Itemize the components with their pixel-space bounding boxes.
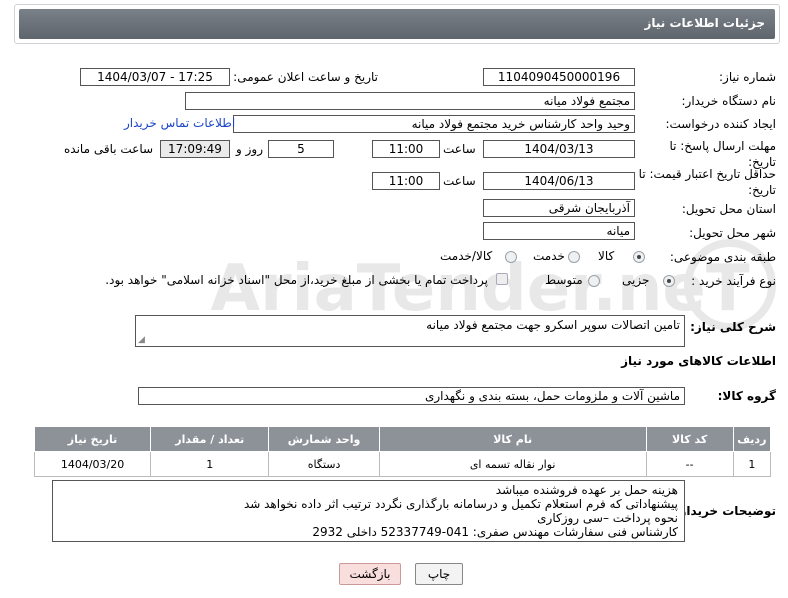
buyer-org-field: مجتمع فولاد میانه [185,92,635,110]
description-label: شرح کلی نیاز: [690,320,776,334]
province-label: استان محل تحویل: [681,202,776,216]
validity-time-label: ساعت [443,174,476,188]
process-option-medium: متوسط [545,273,583,287]
creator-field: وحید واحد کارشناس خرید مجتمع فولاد میانه [233,115,635,133]
buyer-note-line: هزینه حمل بر عهده فروشنده میباشد [495,483,678,497]
items-table-wrap: ردیف کد کالا نام کالا واحد شمارش تعداد /… [33,426,772,477]
description-text: تامین اتصالات سوپر اسکرو جهت مجتمع فولاد… [426,318,680,332]
category-radio-service[interactable] [568,251,580,263]
city-field: میانه [483,222,635,240]
category-label: طبقه بندی موضوعی: [669,250,776,264]
contact-link[interactable]: اطلاعات تماس خریدار [124,116,235,130]
buyer-notes-field: هزینه حمل بر عهده فروشنده میباشد پیشنهاد… [52,480,685,542]
deadline-date-field: 1404/03/13 [483,140,635,158]
buyer-org-label: نام دستگاه خریدار: [681,94,777,108]
buyer-note-line: پیشنهاداتی که فرم استعلام تکمیل و درساما… [243,497,678,511]
deadline-time-label: ساعت [443,142,476,156]
back-button[interactable]: بازگشت [339,563,401,585]
goods-group-field: ماشین آلات و ملزومات حمل، بسته بندی و نگ… [138,387,685,405]
category-option-service: خدمت [533,249,565,263]
page-title: جزئیات اطلاعات نیاز [644,16,765,30]
cell-item-code: -- [645,451,734,477]
cell-unit: دستگاه [268,451,380,477]
category-option-both: کالا/خدمت [440,249,493,263]
need-number-field: 1104090450000196 [483,68,635,86]
goods-info-title: اطلاعات کالاهای مورد نیاز [621,354,776,368]
print-button[interactable]: چاپ [415,563,463,585]
remaining-label: ساعت باقی مانده [64,142,154,156]
process-radio-minor[interactable] [663,275,675,287]
remaining-time-field: 17:09:49 [160,140,230,158]
cell-need-date: 1404/03/20 [33,451,152,477]
col-header-quantity: تعداد / مقدار [150,426,270,452]
validity-time-field: 11:00 [372,172,440,190]
validity-label: حداقل تاریخ اعتبار قیمت: تا تاریخ: [638,167,776,197]
col-header-unit: واحد شمارش [268,426,380,452]
cell-quantity: 1 [150,451,270,477]
table-row: 1 -- نوار نقاله تسمه ای دستگاه 1 1404/03… [33,451,772,477]
buyer-notes-label: توضیحات خریدار: [674,504,776,518]
process-radio-medium[interactable] [588,275,600,287]
col-header-need-date: تاریخ نیاز [33,426,152,452]
goods-group-label: گروه کالا: [717,389,776,403]
col-header-item-name: نام کالا [378,426,647,452]
payment-note: پرداخت تمام یا بخشی از مبلغ خرید،از محل … [105,273,488,287]
payment-checkbox[interactable] [496,273,508,285]
buyer-note-line: کارشناس فنی سفارشات مهندس صفری: 041-5233… [312,525,678,539]
days-label: روز و [236,142,263,156]
days-field: 5 [268,140,334,158]
col-header-row-number: ردیف [732,426,772,452]
cell-item-name: نوار نقاله تسمه ای [378,451,647,477]
category-radio-both[interactable] [505,251,517,263]
table-header-row: ردیف کد کالا نام کالا واحد شمارش تعداد /… [33,426,772,452]
creator-label: ایجاد کننده درخواست: [665,117,776,131]
items-table: ردیف کد کالا نام کالا واحد شمارش تعداد /… [33,426,772,477]
process-label: نوع فرآیند خرید : [691,274,776,288]
header-bar: جزئیات اطلاعات نیاز [14,4,780,44]
announce-label: تاریخ و ساعت اعلان عمومی: [233,70,378,84]
header-inner: جزئیات اطلاعات نیاز [19,9,775,39]
province-field: آذربایجان شرقی [483,199,635,217]
category-radio-goods[interactable] [633,251,645,263]
resize-grip-icon: ◢ [138,335,145,345]
category-option-goods: کالا [598,249,615,263]
cell-row-number: 1 [732,451,772,477]
city-label: شهر محل تحویل: [689,226,776,240]
process-option-minor: جزیی [622,273,650,287]
announce-field: 1404/03/07 - 17:25 [80,68,230,86]
col-header-item-code: کد کالا [645,426,734,452]
validity-date-field: 1404/06/13 [483,172,635,190]
deadline-time-field: 11:00 [372,140,440,158]
buyer-note-line: نحوه پرداخت –سی روزکاری [537,511,678,525]
description-field: تامین اتصالات سوپر اسکرو جهت مجتمع فولاد… [135,315,685,347]
need-number-label: شماره نیاز: [719,70,776,84]
